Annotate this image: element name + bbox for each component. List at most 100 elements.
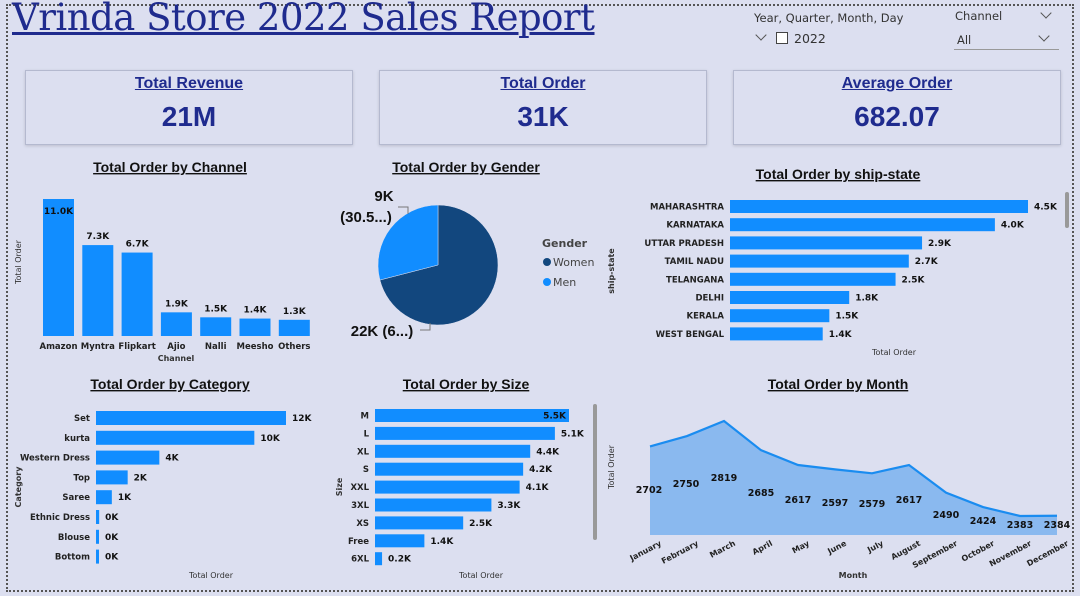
size-bar	[375, 409, 569, 422]
gender-legend-item: Men	[553, 276, 576, 289]
state-tick-label: WEST BENGAL	[656, 330, 725, 340]
state-tick-label: TAMIL NADU	[665, 257, 724, 267]
month-data-label: 2685	[748, 488, 774, 499]
size-data-label: 4.1K	[526, 483, 550, 493]
month-data-label: 2750	[673, 479, 700, 490]
size-bar	[375, 426, 555, 440]
month-data-label: 2424	[970, 516, 997, 527]
category-tick-label: Set	[74, 414, 90, 424]
channel-bar	[278, 319, 310, 336]
month-data-label: 2383	[1007, 520, 1033, 531]
month-x-axis-label: Month	[839, 571, 868, 580]
category-bar	[96, 470, 128, 485]
state-tick-label: MAHARASHTRA	[650, 203, 724, 213]
size-data-label: 3.3K	[497, 501, 521, 511]
category-bar	[96, 529, 99, 544]
category-data-label: 0K	[105, 513, 119, 523]
channel-data-label: 1.4K	[244, 306, 268, 316]
month-tick-label: May	[791, 538, 812, 555]
category-x-axis-label: Total Order	[188, 571, 234, 580]
state-data-label: 2.7K	[915, 257, 939, 267]
channel-chart-title: Total Order by Channel	[93, 159, 247, 175]
state-y-axis-label: ship-state	[607, 248, 616, 294]
state-tick-label: DELHI	[695, 294, 724, 304]
channel-y-axis-label: Total Order	[14, 239, 23, 285]
channel-tick-label: Amazon	[39, 342, 77, 352]
category-bar	[96, 411, 286, 425]
channel-tick-label: Myntra	[81, 342, 115, 352]
size-scrollbar[interactable]	[593, 404, 597, 540]
size-data-label: 4.2K	[529, 465, 553, 475]
month-tick-label: July	[865, 538, 885, 555]
category-tick-label: Ethnic Dress	[30, 513, 90, 523]
channel-bar	[160, 312, 192, 336]
category-bar	[96, 549, 99, 564]
state-scrollbar[interactable]	[1065, 192, 1069, 228]
channel-data-label: 1.5K	[204, 304, 228, 314]
size-tick-label: L	[364, 429, 370, 439]
category-bar	[96, 510, 100, 524]
size-bar	[375, 498, 492, 512]
channel-bar	[82, 245, 114, 336]
gender-legend-marker	[543, 278, 551, 286]
month-tick-label: March	[708, 539, 737, 560]
state-bar	[730, 272, 896, 286]
state-tick-label: KERALA	[686, 312, 724, 322]
state-bar	[730, 327, 823, 341]
state-data-label: 2.9K	[928, 239, 952, 249]
size-tick-label: Free	[348, 537, 369, 547]
category-data-label: 1K	[118, 493, 132, 503]
charts-canvas: Total Order by Channel Total Order 11.0K Am…	[14, 159, 1071, 580]
month-data-label: 2617	[896, 495, 922, 506]
gender-leader-line	[398, 206, 409, 214]
gender-chart-title: Total Order by Gender	[392, 159, 540, 175]
state-data-label: 2.5K	[902, 275, 926, 285]
category-tick-label: Top	[73, 473, 90, 483]
size-tick-label: S	[363, 465, 369, 475]
size-tick-label: M	[361, 412, 369, 422]
channel-data-label: 11.0K	[44, 207, 74, 217]
month-data-label: 2597	[822, 498, 848, 509]
channel-tick-label: Ajio	[167, 342, 185, 352]
state-data-label: 4.5K	[1034, 203, 1058, 213]
state-bar	[730, 309, 830, 323]
category-tick-label: kurta	[64, 434, 90, 444]
state-data-label: 4.0K	[1001, 221, 1025, 231]
channel-bar	[200, 317, 232, 336]
channel-tick-label: Meesho	[237, 342, 274, 352]
state-bar	[730, 200, 1028, 213]
channel-tick-label: Nalli	[205, 342, 227, 352]
channel-bar	[43, 199, 74, 336]
month-data-label: 2617	[785, 495, 811, 506]
size-data-label: 4.4K	[536, 447, 560, 457]
size-data-label: 0.2K	[388, 555, 412, 565]
size-tick-label: 3XL	[351, 501, 369, 511]
channel-x-axis-label: Channel	[158, 354, 195, 363]
month-tick-label: January	[628, 538, 664, 563]
month-data-label: 2702	[636, 485, 662, 496]
size-bar	[375, 462, 524, 476]
gender-data-label-women: 22K (6...)	[351, 323, 414, 340]
month-data-label: 2490	[933, 510, 960, 521]
size-chart-title: Total Order by Size	[403, 376, 530, 392]
category-bar	[96, 430, 255, 445]
size-bar	[375, 480, 520, 494]
month-chart-title: Total Order by Month	[768, 376, 909, 392]
month-tick-label: December	[1025, 539, 1070, 568]
size-data-label: 5.5K	[543, 412, 567, 422]
gender-legend-marker	[543, 258, 551, 266]
channel-bar	[239, 318, 271, 336]
category-data-label: 10K	[260, 434, 281, 444]
state-bar	[730, 291, 850, 304]
category-chart-title: Total Order by Category	[90, 376, 249, 392]
size-data-label: 5.1K	[561, 429, 585, 439]
category-tick-label: Western Dress	[20, 454, 90, 464]
category-tick-label: Bottom	[55, 553, 90, 563]
category-data-label: 0K	[105, 533, 119, 543]
size-data-label: 2.5K	[469, 519, 493, 529]
state-tick-label: KARNATAKA	[666, 221, 724, 231]
channel-data-label: 6.7K	[126, 240, 150, 250]
size-bar	[375, 552, 383, 566]
category-tick-label: Blouse	[58, 533, 90, 543]
state-x-axis-label: Total Order	[871, 348, 917, 357]
